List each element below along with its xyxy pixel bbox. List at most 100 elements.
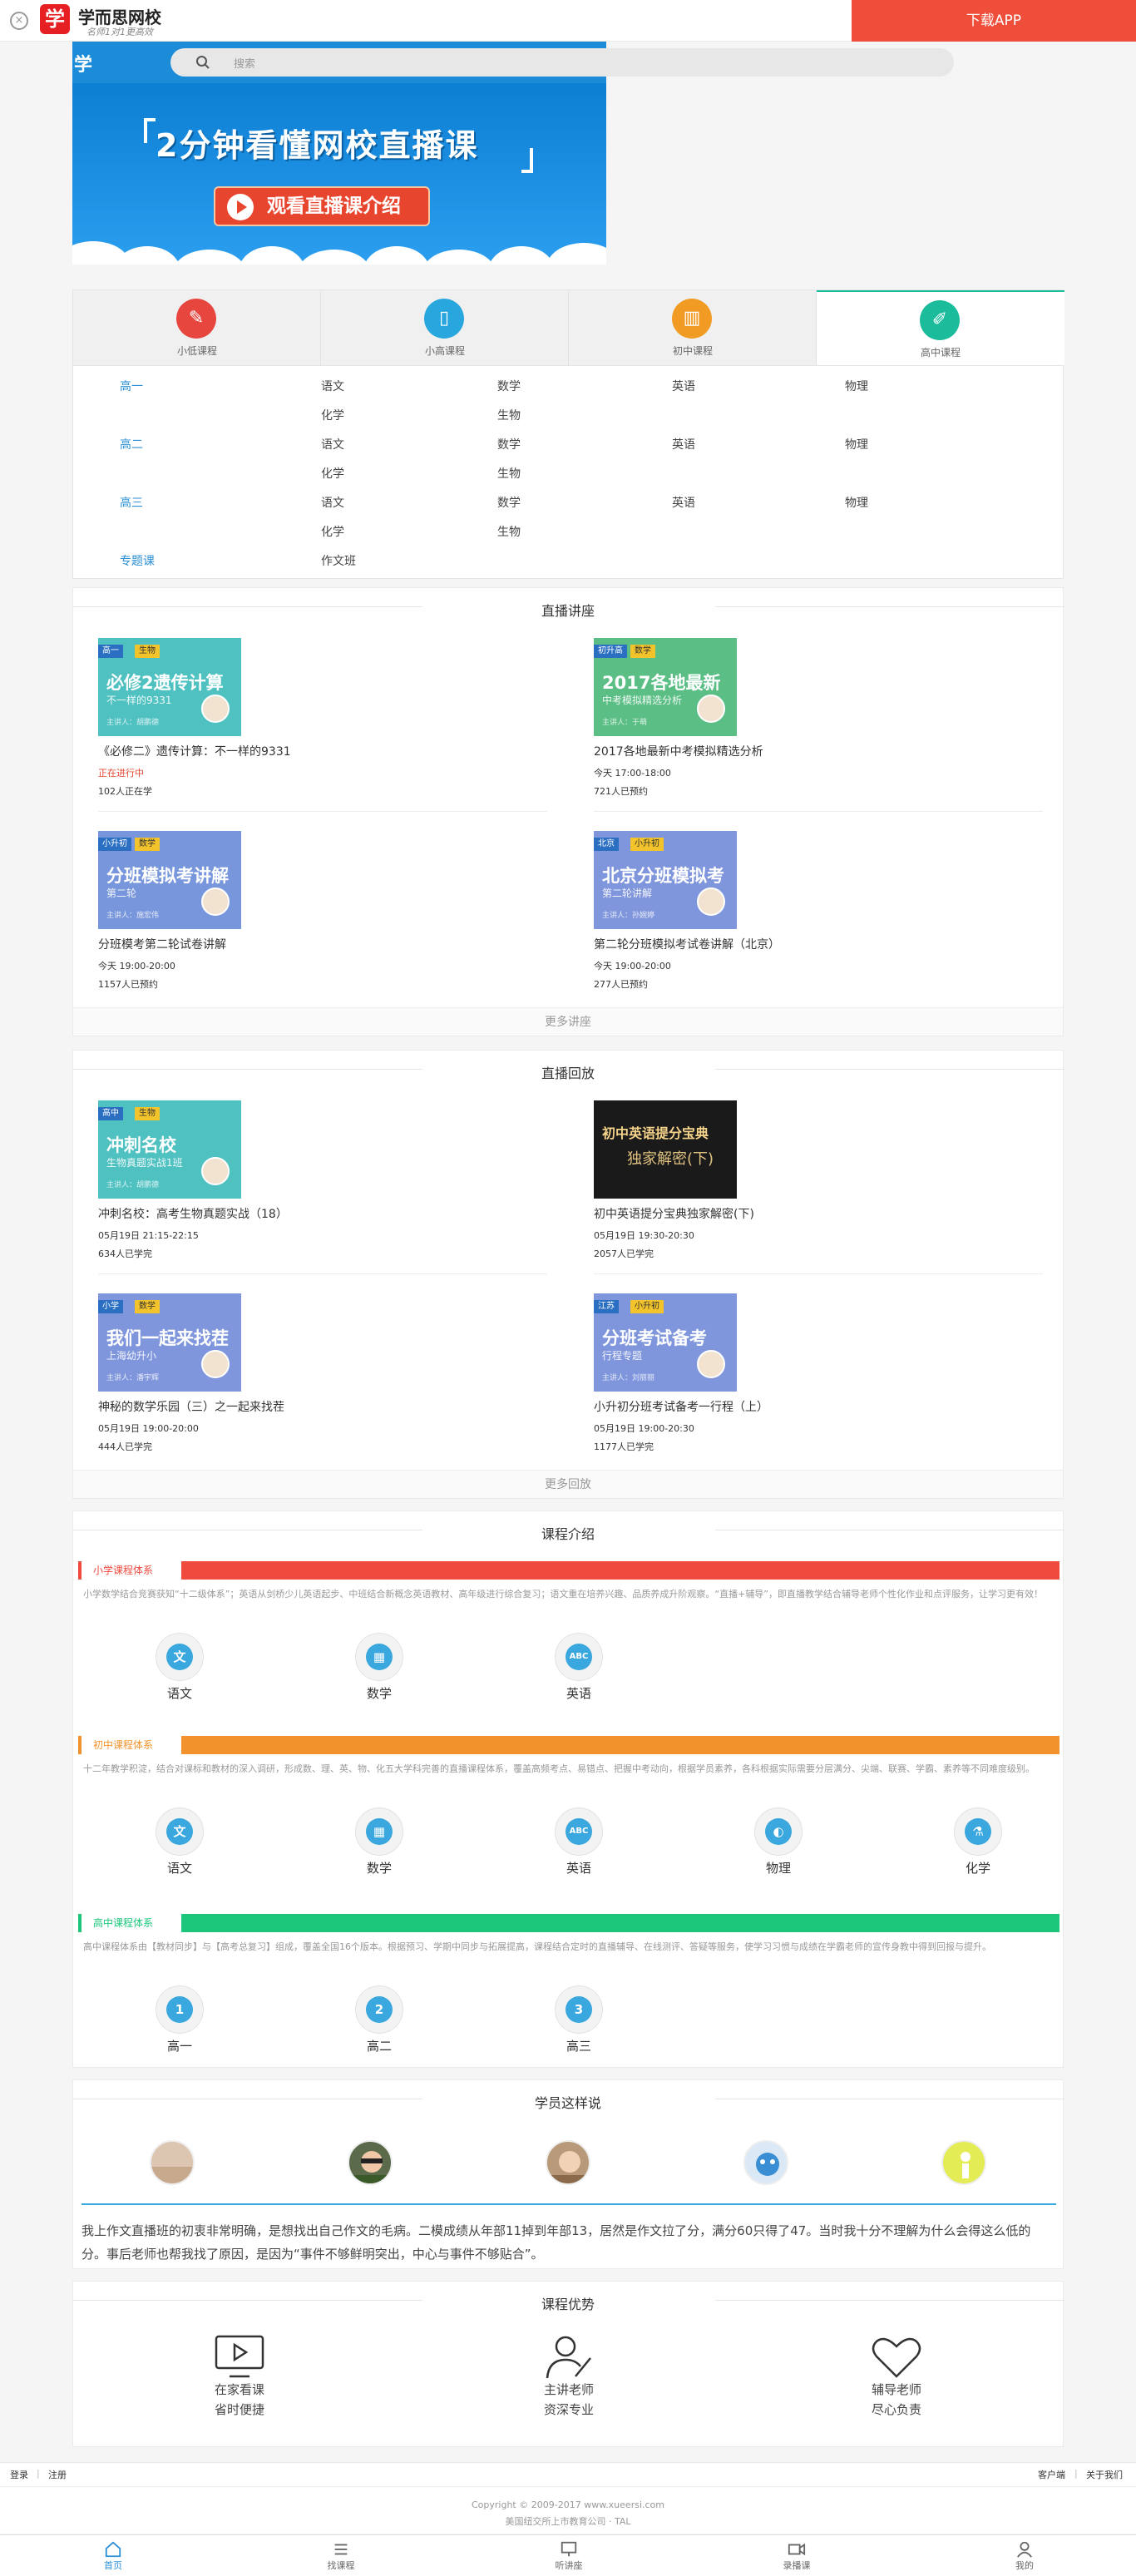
tab-user[interactable]: 我的 [966, 2537, 1083, 2572]
course-name[interactable]: 初中英语提分宝典独家解密(下) [594, 1205, 754, 1222]
more-lectures-link[interactable]: 更多讲座 [73, 1007, 1063, 1036]
tab-junior-high[interactable]: ▥ 初中课程 [569, 290, 817, 365]
subject-icon: 文 [156, 1633, 204, 1681]
about-link[interactable]: 关于我们 [1086, 2468, 1123, 2481]
grade-link[interactable]: 高二 [120, 436, 143, 452]
subject-link[interactable]: 作文班 [321, 552, 356, 569]
course-card[interactable]: 高一 生物 必修2遗传计算 不一样的9331 主讲人：胡鹏德《必修二》遗传计算：不一样的… [98, 638, 564, 829]
course-thumbnail[interactable]: 江苏 小升初 分班考试备考 行程专题 主讲人：刘丽丽 [594, 1293, 737, 1392]
teacher-pen-icon [546, 2336, 591, 2379]
student-avatar[interactable] [348, 2140, 393, 2185]
subject-link[interactable]: 化学 [321, 407, 344, 423]
course-name[interactable]: 分班模考第二轮试卷讲解 [98, 936, 226, 952]
course-card[interactable]: 小升初 数学 分班模拟考讲解 第二轮 主讲人：施宏伟分班模考第二轮试卷讲解今天 19:0… [98, 831, 564, 1022]
register-link[interactable]: 注册 [48, 2468, 67, 2481]
tab-video[interactable]: 录播课 [738, 2537, 855, 2572]
thumbnail-title: 必修2遗传计算 [106, 673, 224, 693]
course-time: 今天 19:00-20:00 [98, 961, 175, 972]
subject-glyph: 3 [566, 1996, 592, 2023]
site-logo[interactable]: 学 [74, 50, 92, 77]
thumbnail-title: 分班模拟考讲解 [106, 866, 229, 886]
tab-home[interactable]: 首页 [55, 2537, 171, 2572]
course-card[interactable]: 高中 生物 冲刺名校 生物真题实战1班 主讲人：胡鹏德冲刺名校：高考生物真题实战（18）… [98, 1100, 564, 1292]
thumbnail-title: 北京分班模拟考 [602, 866, 724, 886]
lecture-icon [561, 2541, 577, 2557]
thumbnail-teacher: 主讲人：刘丽丽 [602, 1374, 655, 1382]
course-thumbnail[interactable]: 北京 小升初 北京分班模拟考 第二轮讲解 主讲人：孙婉婷 [594, 831, 737, 929]
grade-tag: 高一 [98, 645, 123, 658]
subject-link[interactable]: 生物 [497, 465, 521, 482]
student-avatar[interactable] [150, 2140, 195, 2185]
play-icon [227, 194, 254, 220]
subject-link[interactable]: 数学 [497, 494, 521, 511]
subject-link[interactable]: 英语 [672, 378, 695, 394]
curriculum-name: 高中课程体系 [86, 1914, 161, 1932]
grade-link[interactable]: 高三 [120, 494, 143, 511]
more-replays-link[interactable]: 更多回放 [73, 1470, 1063, 1498]
advantage-item: 主讲老师 资深专业 [486, 2333, 652, 2420]
student-avatar[interactable] [546, 2140, 590, 2185]
course-name[interactable]: 2017各地最新中考模拟精选分析 [594, 743, 763, 759]
course-name[interactable]: 小升初分班考试备考一行程（上） [594, 1398, 768, 1415]
tab-list[interactable]: 找课程 [283, 2537, 399, 2572]
subject-link[interactable]: 数学 [497, 436, 521, 452]
subject-link[interactable]: 物理 [845, 494, 868, 511]
subject-link[interactable]: 物理 [845, 436, 868, 452]
tab-primary-high[interactable]: ▯ 小高课程 [321, 290, 569, 365]
course-thumbnail[interactable]: 初升高 数学 2017各地最新 中考模拟精选分析 主讲人：于萌 [594, 638, 737, 736]
subject-link[interactable]: 物理 [845, 378, 868, 394]
student-avatar[interactable] [941, 2140, 986, 2185]
subject-link[interactable]: 化学 [321, 465, 344, 482]
subject-link[interactable]: 数学 [497, 378, 521, 394]
subject-link[interactable]: 语文 [321, 494, 344, 511]
cloud-decoration [239, 246, 305, 265]
divider [98, 811, 547, 812]
subject-link[interactable]: 语文 [321, 436, 344, 452]
student-avatar[interactable] [743, 2140, 788, 2185]
subject-glyph: ABC [566, 1818, 592, 1845]
copyright-text: Copyright © 2009-2017 www.xueersi.com [472, 2499, 664, 2510]
subject-link[interactable]: 英语 [672, 494, 695, 511]
course-name[interactable]: 第二轮分班模拟考试卷讲解（北京） [594, 936, 780, 952]
tab-primary-low[interactable]: ✎ 小低课程 [73, 290, 321, 365]
subject-link[interactable]: 化学 [321, 523, 344, 540]
subject-link[interactable]: 英语 [672, 436, 695, 452]
subject-link[interactable]: 语文 [321, 378, 344, 394]
course-thumbnail[interactable]: 初中英语提分宝典 独家解密(下) [594, 1100, 737, 1199]
course-name[interactable]: 神秘的数学乐园（三）之一起来找茬 [98, 1398, 284, 1415]
course-name[interactable]: 《必修二》遗传计算：不一样的9331 [98, 743, 291, 759]
course-name[interactable]: 冲刺名校：高考生物真题实战（18） [98, 1205, 288, 1222]
video-icon [788, 2543, 806, 2556]
promo-banner[interactable]: 2分钟看懂网校直播课 观看直播课介绍 [72, 83, 606, 265]
search-input[interactable]: 搜索 [170, 48, 954, 77]
client-link[interactable]: 客户端 [1038, 2468, 1065, 2481]
grade-link[interactable]: 专题课 [120, 552, 155, 569]
tab-lecture[interactable]: 听讲座 [511, 2537, 627, 2572]
course-thumbnail[interactable]: 小学 数学 我们一起来找茬 上海幼升小 主讲人：潘宇辉 [98, 1293, 241, 1392]
section-title: 直播讲座 [541, 603, 595, 619]
course-card[interactable]: 北京 小升初 北京分班模拟考 第二轮讲解 主讲人：孙婉婷第二轮分班模拟考试卷讲解（北京）… [594, 831, 1059, 1022]
course-card[interactable]: 初中英语提分宝典 独家解密(下) 初中英语提分宝典独家解密(下) 05月19日 19:… [594, 1100, 1059, 1292]
course-thumbnail[interactable]: 小升初 数学 分班模拟考讲解 第二轮 主讲人：施宏伟 [98, 831, 241, 929]
teacher-avatar [697, 1350, 725, 1378]
course-time: 正在进行中 [98, 768, 144, 779]
course-thumbnail[interactable]: 高一 生物 必修2遗传计算 不一样的9331 主讲人：胡鹏德 [98, 638, 241, 736]
grade-tag: 北京 [594, 838, 619, 851]
thumbnail-subtitle: 上海幼升小 [106, 1350, 157, 1362]
tab-senior-high[interactable]: ✐ 高中课程 [817, 290, 1064, 365]
watch-intro-button[interactable]: 观看直播课介绍 [214, 186, 430, 226]
footer-separator: | [1074, 2468, 1078, 2479]
subject-link[interactable]: 生物 [497, 523, 521, 540]
course-count: 102人正在学 [98, 786, 152, 797]
course-card[interactable]: 初升高 数学 2017各地最新 中考模拟精选分析 主讲人：于萌 2017各地最新中考模拟精… [594, 638, 1059, 829]
subject-link[interactable]: 生物 [497, 407, 521, 423]
close-icon[interactable]: × [10, 12, 28, 30]
course-thumbnail[interactable]: 高中 生物 冲刺名校 生物真题实战1班 主讲人：胡鹏德 [98, 1100, 241, 1199]
advantage-item: 在家看课 省时便捷 [156, 2333, 323, 2420]
grade-link[interactable]: 高一 [120, 378, 143, 394]
login-link[interactable]: 登录 [10, 2468, 28, 2481]
download-app-button[interactable]: 下载APP [852, 0, 1136, 42]
course-card[interactable]: 小学 数学 我们一起来找茬 上海幼升小 主讲人：潘宇辉 神秘的数学乐园（三）之一起来找茬 0… [98, 1293, 564, 1485]
advantage-line: 省时便捷 [214, 2402, 264, 2417]
course-card[interactable]: 江苏 小升初 分班考试备考 行程专题 主讲人：刘丽丽 小升初分班考试备考一行程（上） 05月… [594, 1293, 1059, 1485]
